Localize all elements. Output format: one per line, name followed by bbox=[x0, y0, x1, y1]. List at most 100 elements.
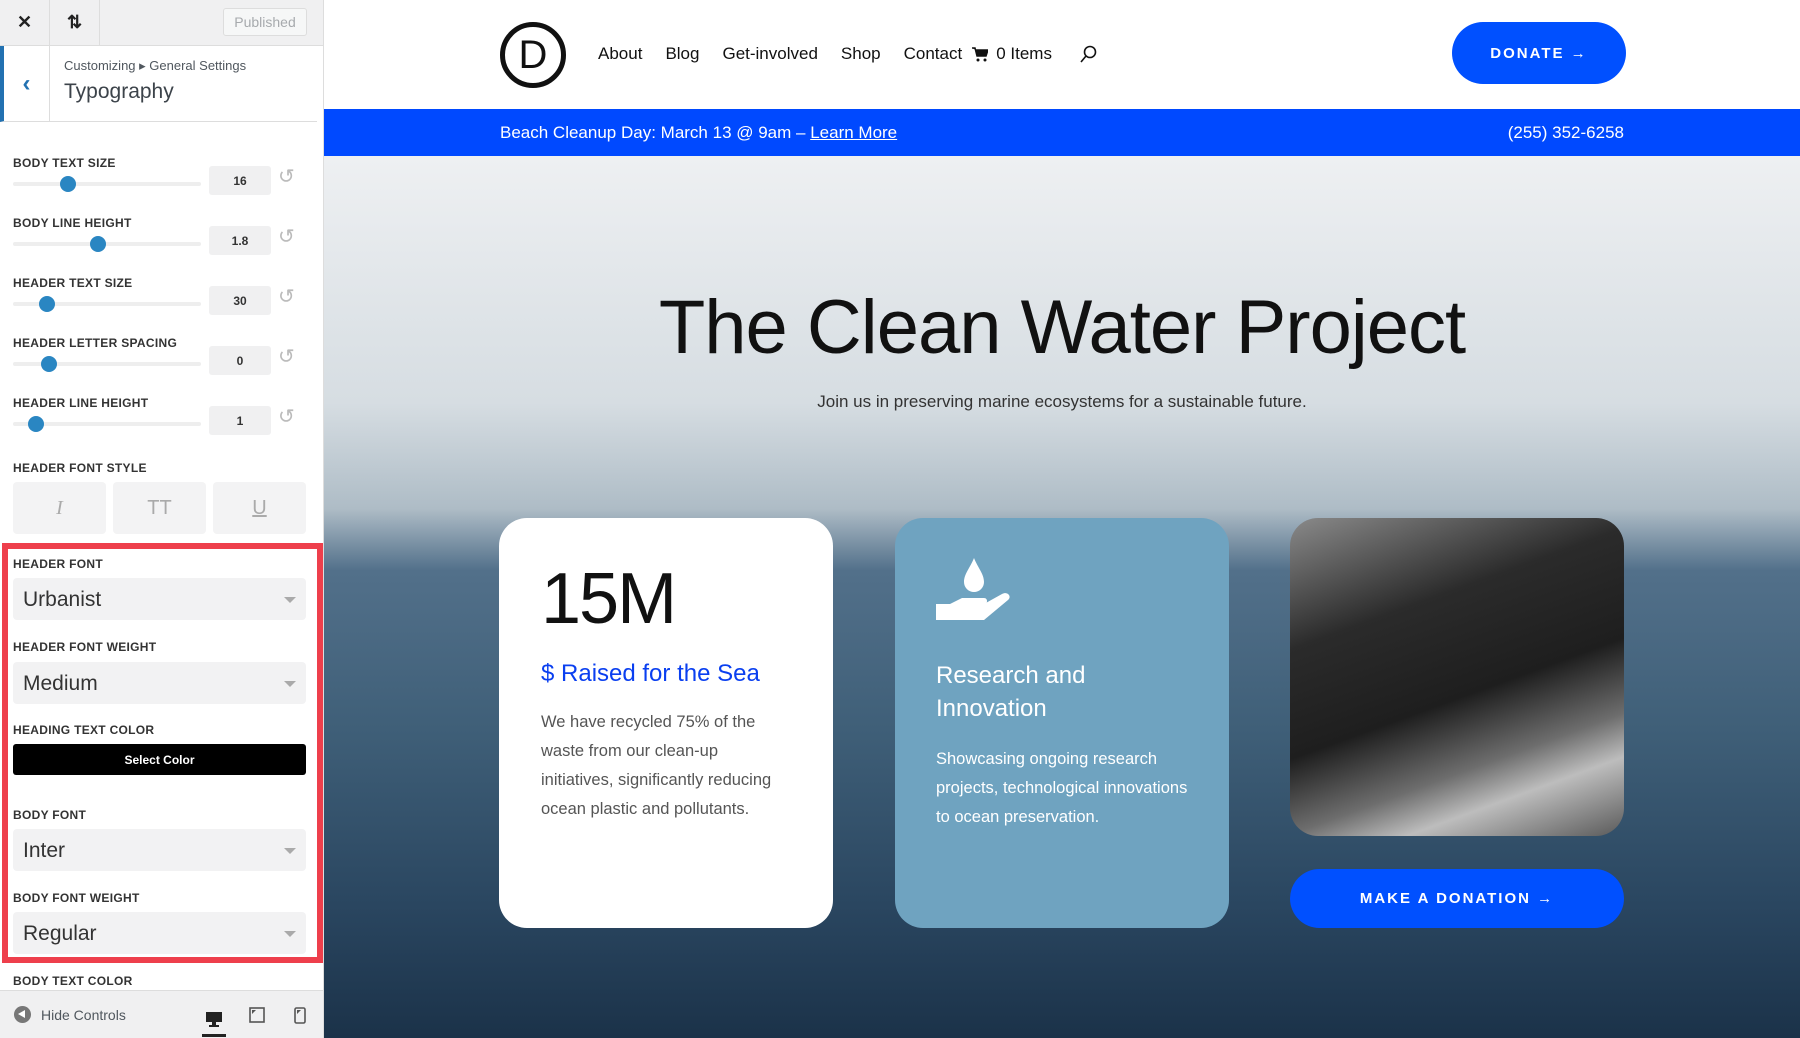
nav-blog[interactable]: Blog bbox=[665, 44, 699, 64]
header-text-size-label: HEADER TEXT SIZE bbox=[13, 276, 133, 290]
published-button[interactable]: Published bbox=[223, 8, 307, 36]
beach-photo bbox=[1290, 518, 1624, 836]
body-font-value: Inter bbox=[23, 839, 66, 862]
cart-count: 0 Items bbox=[996, 44, 1052, 63]
customizer-topbar: ✕ ⇅ Published bbox=[0, 0, 323, 46]
announcement-bar: Beach Cleanup Day: March 13 @ 9am – Lear… bbox=[324, 109, 1800, 156]
header-font-select[interactable]: Urbanist bbox=[13, 578, 306, 620]
heading-text-color-label: HEADING TEXT COLOR bbox=[13, 723, 155, 737]
chevron-left-icon: ‹ bbox=[22, 69, 31, 97]
font-style-label: HEADER FONT STYLE bbox=[13, 461, 147, 475]
section-title: Typography bbox=[64, 80, 174, 103]
nav-contact[interactable]: Contact bbox=[904, 44, 963, 64]
cart-link[interactable]: 0 Items bbox=[972, 44, 1052, 64]
phone-number[interactable]: (255) 352-6258 bbox=[1508, 123, 1624, 143]
stat-card: 15M $ Raised for the Sea We have recycle… bbox=[499, 518, 833, 928]
body-font-select[interactable]: Inter bbox=[13, 829, 306, 871]
nav-shop[interactable]: Shop bbox=[841, 44, 881, 64]
arrows-up-down-icon: ⇅ bbox=[66, 12, 83, 32]
make-donation-button[interactable]: MAKE A DONATION → bbox=[1290, 869, 1624, 928]
body-text-size-input[interactable]: 16 bbox=[209, 166, 271, 195]
body-text-size-slider[interactable] bbox=[13, 176, 201, 192]
search-icon[interactable] bbox=[1079, 45, 1097, 63]
underline-button[interactable]: U bbox=[213, 482, 306, 534]
header-line-height-label: HEADER LINE HEIGHT bbox=[13, 396, 149, 410]
italic-button[interactable]: I bbox=[13, 482, 106, 534]
research-title: Research and Innovation bbox=[936, 662, 1086, 722]
header-font-label: HEADER FONT bbox=[13, 557, 103, 571]
header-line-height-slider[interactable] bbox=[13, 416, 201, 432]
header-text-size-slider[interactable] bbox=[13, 296, 201, 312]
reorder-button[interactable]: ⇅ bbox=[50, 0, 100, 46]
hide-controls-label: Hide Controls bbox=[41, 1006, 126, 1023]
main-nav: About Blog Get-involved Shop Contact 0 I… bbox=[598, 44, 1097, 64]
slider-thumb[interactable] bbox=[38, 296, 55, 312]
header-font-weight-label: HEADER FONT WEIGHT bbox=[13, 640, 157, 654]
header-font-weight-value: Medium bbox=[23, 672, 98, 695]
research-body: Showcasing ongoing research projects, te… bbox=[936, 750, 1188, 826]
nav-about[interactable]: About bbox=[598, 44, 642, 64]
stat-body: We have recycled 75% of the waste from o… bbox=[541, 713, 772, 818]
slider-thumb[interactable] bbox=[89, 236, 106, 252]
body-text-color-label: BODY TEXT COLOR bbox=[13, 974, 133, 988]
close-icon: ✕ bbox=[16, 12, 33, 32]
header-text-size-input[interactable]: 30 bbox=[209, 286, 271, 315]
stat-title: $ Raised for the Sea bbox=[541, 660, 760, 687]
tablet-icon bbox=[249, 1007, 265, 1023]
hero-title: The Clean Water Project bbox=[658, 285, 1466, 370]
header-letter-spacing-input[interactable]: 0 bbox=[209, 346, 271, 375]
nav-get-involved[interactable]: Get-involved bbox=[722, 44, 817, 64]
slider-thumb[interactable] bbox=[27, 416, 44, 432]
hide-controls-button[interactable]: Hide Controls bbox=[14, 1006, 126, 1023]
reset-icon[interactable]: ↺ bbox=[278, 404, 295, 429]
cart-icon bbox=[972, 46, 989, 61]
header-line-height-input[interactable]: 1 bbox=[209, 406, 271, 435]
slider-thumb[interactable] bbox=[40, 356, 57, 372]
collapse-icon bbox=[14, 1006, 31, 1023]
breadcrumb-root: Customizing bbox=[64, 58, 136, 73]
donate-button[interactable]: DONATE → bbox=[1452, 22, 1626, 84]
select-color-button[interactable]: Select Color bbox=[13, 744, 306, 775]
caret-down-icon bbox=[284, 931, 296, 937]
hero-subtitle: Join us in preserving marine ecosystems … bbox=[817, 392, 1307, 411]
site-header: D About Blog Get-involved Shop Contact 0… bbox=[324, 0, 1800, 109]
hero-section: The Clean Water Project Join us in prese… bbox=[324, 156, 1800, 1038]
close-button[interactable]: ✕ bbox=[0, 0, 50, 46]
customizer-footer: Hide Controls bbox=[0, 990, 323, 1038]
header-letter-spacing-label: HEADER LETTER SPACING bbox=[13, 336, 178, 350]
caret-down-icon bbox=[284, 597, 296, 603]
desktop-icon bbox=[206, 1011, 222, 1027]
reset-icon[interactable]: ↺ bbox=[278, 164, 295, 189]
site-logo[interactable]: D bbox=[500, 22, 566, 88]
site-preview: D About Blog Get-involved Shop Contact 0… bbox=[324, 0, 1800, 1038]
section-header: ‹ Customizing ▸ General Settings Typogra… bbox=[0, 46, 317, 122]
body-text-size-label: BODY TEXT SIZE bbox=[13, 156, 116, 170]
device-mobile-button[interactable] bbox=[288, 1003, 312, 1027]
body-font-label: BODY FONT bbox=[13, 808, 87, 822]
body-line-height-input[interactable]: 1.8 bbox=[209, 226, 271, 255]
learn-more-link[interactable]: Learn More bbox=[810, 123, 897, 142]
header-font-weight-select[interactable]: Medium bbox=[13, 662, 306, 704]
reset-icon[interactable]: ↺ bbox=[278, 224, 295, 249]
header-letter-spacing-slider[interactable] bbox=[13, 356, 201, 372]
slider-thumb[interactable] bbox=[59, 176, 76, 192]
back-button[interactable]: ‹ bbox=[4, 46, 50, 121]
mobile-icon bbox=[294, 1006, 306, 1024]
body-line-height-label: BODY LINE HEIGHT bbox=[13, 216, 132, 230]
device-tablet-button[interactable] bbox=[245, 1003, 269, 1027]
reset-icon[interactable]: ↺ bbox=[278, 344, 295, 369]
breadcrumb: Customizing ▸ General Settings bbox=[64, 58, 247, 73]
body-font-weight-select[interactable]: Regular bbox=[13, 912, 306, 954]
research-card: Research and Innovation Showcasing ongoi… bbox=[895, 518, 1229, 928]
reset-icon[interactable]: ↺ bbox=[278, 284, 295, 309]
body-line-height-slider[interactable] bbox=[13, 236, 201, 252]
body-font-weight-value: Regular bbox=[23, 922, 97, 945]
announcement-text: Beach Cleanup Day: March 13 @ 9am – bbox=[500, 123, 811, 142]
caret-down-icon bbox=[284, 681, 296, 687]
water-drop-hand-icon bbox=[936, 558, 1010, 620]
uppercase-button[interactable]: TT bbox=[113, 482, 206, 534]
device-desktop-button[interactable] bbox=[202, 1003, 226, 1037]
stat-value: 15M bbox=[541, 559, 677, 639]
breadcrumb-parent: General Settings bbox=[149, 58, 247, 73]
customizer-sidebar: ✕ ⇅ Published ‹ Customizing ▸ General Se… bbox=[0, 0, 324, 1038]
